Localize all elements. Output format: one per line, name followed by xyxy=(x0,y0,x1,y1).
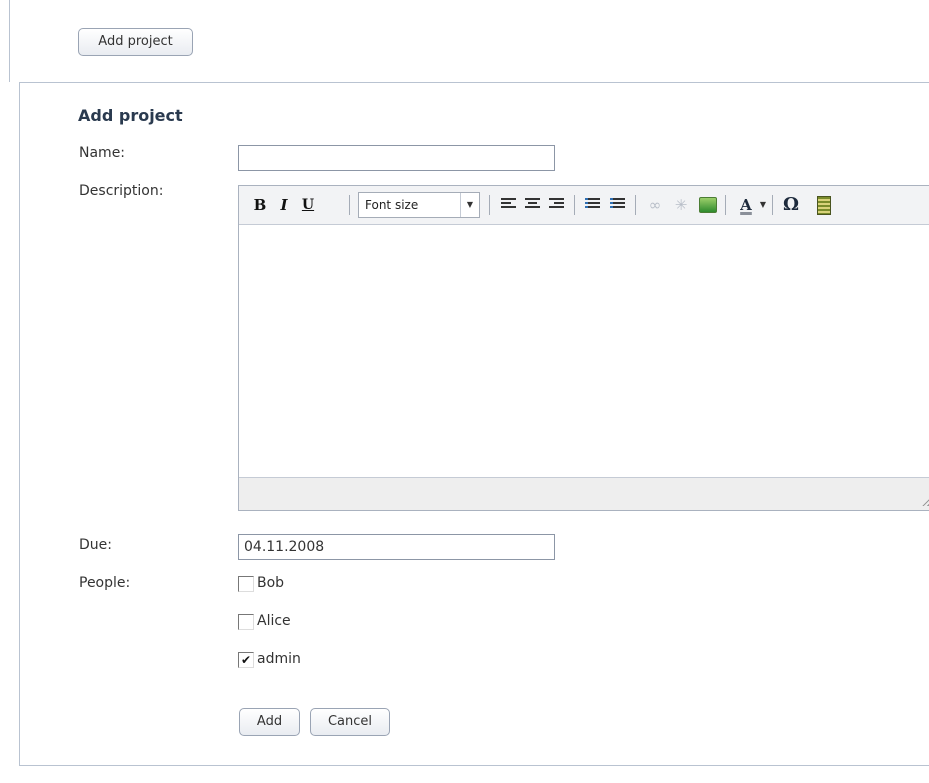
font-color-icon[interactable]: A xyxy=(735,193,757,217)
description-editor: B I U Font size ▼ ∞ ✳ A ▼ Ω xyxy=(238,185,929,511)
numbered-list-icon[interactable] xyxy=(610,198,625,210)
toolbar-separator xyxy=(574,195,575,215)
cancel-button[interactable]: Cancel xyxy=(310,708,390,736)
italic-icon[interactable]: I xyxy=(273,193,295,217)
name-label: Name: xyxy=(79,145,126,161)
toolbar-separator xyxy=(349,195,350,215)
person-name: admin xyxy=(257,651,301,667)
toolbar-separator xyxy=(725,195,726,215)
add-project-button[interactable]: Add project xyxy=(78,28,193,56)
unlink-icon[interactable]: ✳ xyxy=(669,193,693,217)
name-input[interactable] xyxy=(238,145,555,171)
person-checkbox[interactable] xyxy=(238,614,254,630)
editor-toolbar: B I U Font size ▼ ∞ ✳ A ▼ Ω xyxy=(239,186,929,225)
align-right-icon[interactable] xyxy=(549,198,564,210)
special-char-icon[interactable]: Ω xyxy=(779,193,803,217)
toolbar-separator xyxy=(772,195,773,215)
due-label: Due: xyxy=(79,537,112,553)
person-checkbox[interactable]: ✔ xyxy=(238,652,254,668)
person-checkbox[interactable] xyxy=(238,576,254,592)
chevron-down-icon[interactable]: ▼ xyxy=(460,193,479,217)
editor-content-area[interactable] xyxy=(239,225,929,478)
editor-statusbar xyxy=(239,477,929,510)
person-name: Alice xyxy=(257,613,291,629)
due-date-input[interactable] xyxy=(238,534,555,560)
align-left-icon[interactable] xyxy=(501,198,516,210)
person-name: Bob xyxy=(257,575,285,591)
resize-grip-icon[interactable] xyxy=(921,494,929,506)
toolbar-separator xyxy=(635,195,636,215)
align-center-icon[interactable] xyxy=(525,198,540,210)
form-title: Add project xyxy=(78,106,183,125)
bold-icon[interactable]: B xyxy=(249,193,271,217)
people-label: People: xyxy=(79,575,131,591)
bullet-list-icon[interactable] xyxy=(585,198,600,210)
image-icon[interactable] xyxy=(699,197,717,213)
chevron-down-icon[interactable]: ▼ xyxy=(758,193,768,217)
left-rule xyxy=(9,0,10,82)
underline-icon[interactable]: U xyxy=(297,193,319,217)
media-icon[interactable] xyxy=(817,196,831,215)
description-label: Description: xyxy=(79,183,164,199)
add-button[interactable]: Add xyxy=(239,708,300,736)
toolbar-separator xyxy=(489,195,490,215)
link-icon[interactable]: ∞ xyxy=(643,193,667,217)
font-size-value: Font size xyxy=(365,198,419,212)
font-size-select[interactable]: Font size ▼ xyxy=(358,192,480,218)
